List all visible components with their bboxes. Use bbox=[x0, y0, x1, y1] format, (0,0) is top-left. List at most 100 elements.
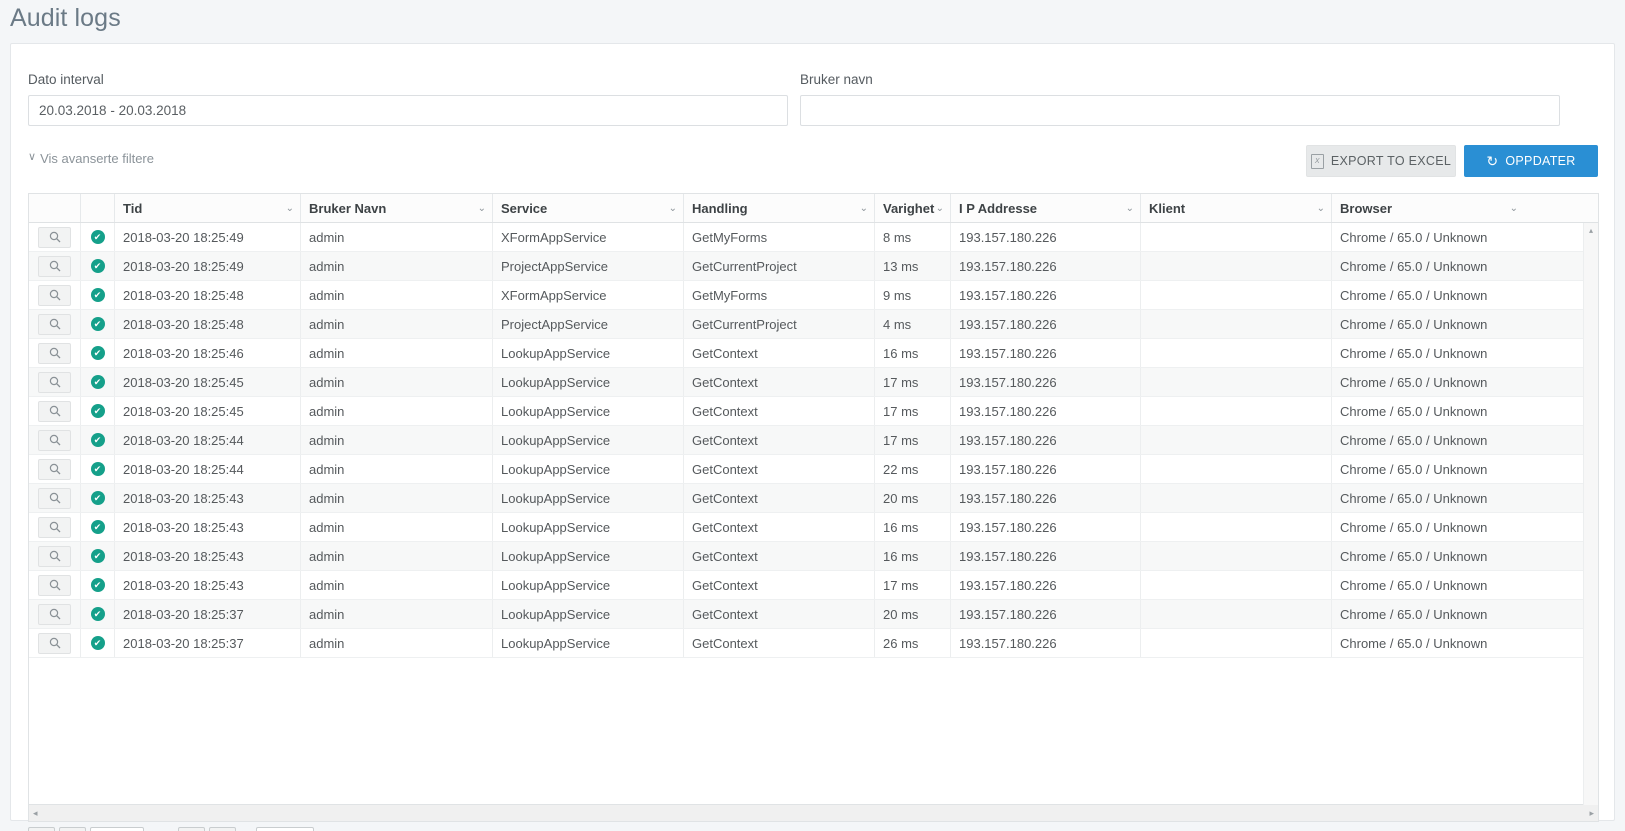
chevron-down-icon[interactable]: ⌄ bbox=[1317, 203, 1325, 214]
cell-bruker: admin bbox=[301, 513, 493, 541]
grid-header-ip[interactable]: I P Addresse ⌄ bbox=[951, 194, 1141, 222]
row-action-cell bbox=[29, 252, 81, 280]
check-circle-icon: ✔ bbox=[90, 375, 105, 389]
magnifier-icon[interactable] bbox=[38, 342, 71, 364]
pager-last-button[interactable] bbox=[208, 827, 236, 831]
magnifier-icon[interactable] bbox=[38, 487, 71, 509]
grid-header-browser[interactable]: Browser ⌄ bbox=[1332, 194, 1524, 222]
check-circle-icon: ✔ bbox=[90, 259, 105, 273]
table-row[interactable]: ✔ 2018-03-20 18:25:48 admin XFormAppService… bbox=[29, 281, 1598, 310]
cell-handling: GetMyForms bbox=[684, 281, 875, 309]
cell-varighet: 8 ms bbox=[875, 223, 951, 251]
row-status-cell: ✔ bbox=[81, 281, 115, 309]
grid-header-filler bbox=[1524, 194, 1598, 222]
table-row[interactable]: ✔ 2018-03-20 18:25:45 admin LookupAppServic… bbox=[29, 397, 1598, 426]
chevron-down-icon[interactable]: ⌄ bbox=[860, 203, 868, 214]
cell-varighet: 9 ms bbox=[875, 281, 951, 309]
grid-header-service[interactable]: Service ⌄ bbox=[493, 194, 684, 222]
table-row[interactable]: ✔ 2018-03-20 18:25:49 admin XFormAppService… bbox=[29, 223, 1598, 252]
magnifier-icon[interactable] bbox=[38, 458, 71, 480]
scroll-right-icon[interactable]: ▸ bbox=[1589, 808, 1594, 818]
grid-vertical-scrollbar[interactable]: ▴ bbox=[1583, 223, 1598, 805]
magnifier-icon[interactable] bbox=[38, 574, 71, 596]
magnifier-icon[interactable] bbox=[38, 371, 71, 393]
grid-header-klient[interactable]: Klient ⌄ bbox=[1141, 194, 1332, 222]
refresh-button[interactable]: ↻ OPPDATER bbox=[1464, 145, 1598, 177]
magnifier-icon[interactable] bbox=[38, 284, 71, 306]
grid-horizontal-scrollbar[interactable]: ◂ ▸ bbox=[28, 805, 1599, 822]
chevron-down-icon[interactable]: ⌄ bbox=[286, 203, 294, 214]
chevron-down-icon[interactable]: ⌄ bbox=[478, 203, 486, 214]
chevron-down-icon[interactable]: ⌄ bbox=[669, 203, 677, 214]
chevron-down-icon[interactable]: ⌄ bbox=[1510, 203, 1518, 214]
cell-bruker: admin bbox=[301, 455, 493, 483]
cell-ip: 193.157.180.226 bbox=[951, 252, 1141, 280]
cell-bruker: admin bbox=[301, 252, 493, 280]
magnifier-icon[interactable] bbox=[38, 255, 71, 277]
cell-browser: Chrome / 65.0 / Unknown bbox=[1340, 519, 1488, 535]
pager-page-size-select[interactable]: 15 bbox=[255, 827, 314, 831]
cell-browser: Chrome / 65.0 / Unknown bbox=[1340, 490, 1488, 506]
cell-service: LookupAppService bbox=[493, 629, 684, 657]
cell-klient bbox=[1141, 629, 1332, 657]
magnifier-icon[interactable] bbox=[38, 632, 71, 654]
magnifier-icon[interactable] bbox=[38, 400, 71, 422]
table-row[interactable]: ✔ 2018-03-20 18:25:45 admin LookupAppServic… bbox=[29, 368, 1598, 397]
chevron-down-icon[interactable]: ⌄ bbox=[936, 203, 944, 214]
cell-varighet: 16 ms bbox=[875, 339, 951, 367]
cell-tid: 2018-03-20 18:25:43 bbox=[115, 513, 301, 541]
table-row[interactable]: ✔ 2018-03-20 18:25:44 admin LookupAppServic… bbox=[29, 455, 1598, 484]
cell-klient bbox=[1141, 310, 1332, 338]
grid-header-bruker[interactable]: Bruker Navn ⌄ bbox=[301, 194, 493, 222]
table-row[interactable]: ✔ 2018-03-20 18:25:43 admin LookupAppServic… bbox=[29, 571, 1598, 600]
magnifier-icon[interactable] bbox=[38, 603, 71, 625]
check-circle-icon: ✔ bbox=[90, 636, 105, 650]
cell-tid: 2018-03-20 18:25:44 bbox=[115, 426, 301, 454]
magnifier-icon[interactable] bbox=[38, 516, 71, 538]
magnifier-icon[interactable] bbox=[38, 226, 71, 248]
cell-handling: GetContext bbox=[684, 368, 875, 396]
table-row[interactable]: ✔ 2018-03-20 18:25:37 admin LookupAppServic… bbox=[29, 600, 1598, 629]
user-name-input[interactable] bbox=[800, 95, 1560, 126]
cell-handling: GetMyForms bbox=[684, 223, 875, 251]
cell-bruker: admin bbox=[301, 571, 493, 599]
scroll-left-icon[interactable]: ◂ bbox=[33, 808, 38, 818]
table-row[interactable]: ✔ 2018-03-20 18:25:49 admin ProjectAppServi… bbox=[29, 252, 1598, 281]
pager-first-button[interactable] bbox=[28, 827, 55, 831]
cell-service: LookupAppService bbox=[493, 397, 684, 425]
advanced-filters-toggle[interactable]: ∨ Vis avanserte filtere bbox=[28, 151, 154, 166]
magnifier-icon[interactable] bbox=[38, 545, 71, 567]
table-row[interactable]: ✔ 2018-03-20 18:25:43 admin LookupAppServic… bbox=[29, 484, 1598, 513]
cell-handling: GetContext bbox=[684, 513, 875, 541]
cell-handling: GetContext bbox=[684, 629, 875, 657]
cell-tid: 2018-03-20 18:25:43 bbox=[115, 542, 301, 570]
row-status-cell: ✔ bbox=[81, 455, 115, 483]
grid-header-handling[interactable]: Handling ⌄ bbox=[684, 194, 875, 222]
grid-header-varighet[interactable]: Varighet ⌄ bbox=[875, 194, 951, 222]
pager-prev-button[interactable] bbox=[59, 827, 86, 831]
scroll-up-icon[interactable]: ▴ bbox=[1584, 223, 1598, 237]
cell-ip: 193.157.180.226 bbox=[951, 571, 1141, 599]
table-row[interactable]: ✔ 2018-03-20 18:25:43 admin LookupAppServic… bbox=[29, 542, 1598, 571]
cell-bruker: admin bbox=[301, 542, 493, 570]
export-to-excel-button[interactable]: x EXPORT TO EXCEL bbox=[1306, 145, 1456, 177]
pager-page-input[interactable] bbox=[90, 827, 144, 831]
table-row[interactable]: ✔ 2018-03-20 18:25:48 admin ProjectAppServi… bbox=[29, 310, 1598, 339]
check-circle-icon: ✔ bbox=[90, 549, 105, 563]
cell-browser: Chrome / 65.0 / Unknown bbox=[1340, 287, 1488, 303]
table-row[interactable]: ✔ 2018-03-20 18:25:46 admin LookupAppServic… bbox=[29, 339, 1598, 368]
table-row[interactable]: ✔ 2018-03-20 18:25:43 admin LookupAppServic… bbox=[29, 513, 1598, 542]
grid-header-tid[interactable]: Tid ⌄ bbox=[115, 194, 301, 222]
table-row[interactable]: ✔ 2018-03-20 18:25:44 admin LookupAppServic… bbox=[29, 426, 1598, 455]
table-row[interactable]: ✔ 2018-03-20 18:25:37 admin LookupAppServic… bbox=[29, 629, 1598, 658]
grid-header-label: Browser bbox=[1340, 200, 1393, 216]
audit-logs-card: Dato interval Bruker navn ∨ Vis avansert… bbox=[10, 43, 1615, 831]
date-range-input[interactable] bbox=[28, 95, 788, 126]
magnifier-icon[interactable] bbox=[38, 313, 71, 335]
cell-bruker: admin bbox=[301, 310, 493, 338]
pager-next-button[interactable] bbox=[177, 827, 205, 831]
cell-browser: Chrome / 65.0 / Unknown bbox=[1340, 432, 1488, 448]
magnifier-icon[interactable] bbox=[38, 429, 71, 451]
check-circle-icon: ✔ bbox=[90, 607, 105, 621]
chevron-down-icon[interactable]: ⌄ bbox=[1126, 203, 1134, 214]
